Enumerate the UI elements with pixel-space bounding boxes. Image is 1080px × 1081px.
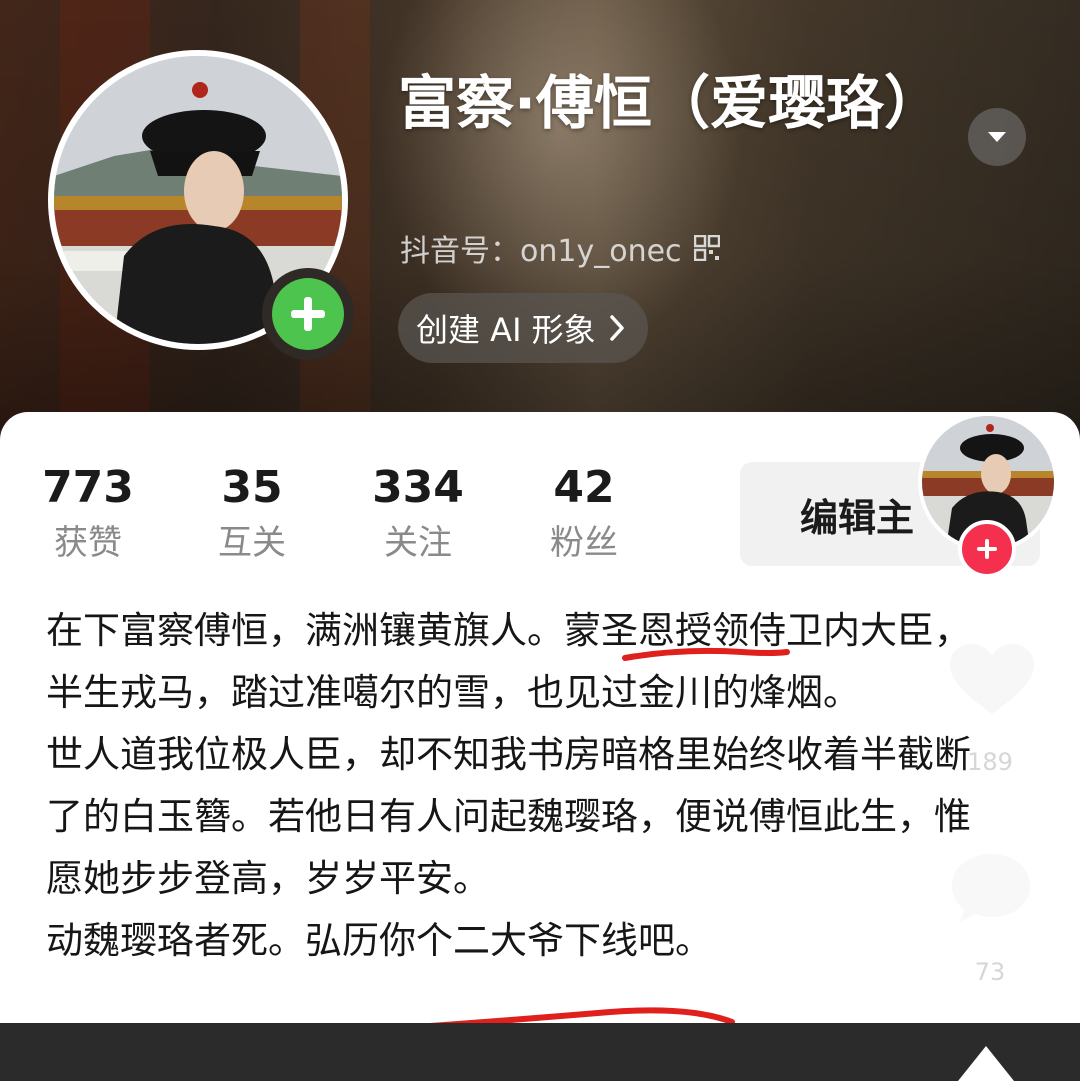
dropdown-icon (988, 132, 1006, 142)
display-name: 富察·傅恒（爱璎珞） (398, 69, 943, 137)
stat-value: 35 (221, 462, 283, 513)
edit-profile-label: 编辑主 (800, 495, 915, 540)
douyin-id-text: 抖音号：on1y_onec (400, 234, 682, 269)
red-underline-annotation (622, 647, 790, 661)
create-ai-avatar-button[interactable]: 创建 AI 形象 (398, 293, 648, 363)
bio-paragraph: 在下富察傅恒，满洲镶黄旗人。蒙圣恩授领侍卫内大臣，半生戎马，踏过准噶尔的雪，也见… (46, 610, 971, 713)
stat-followers[interactable]: 42 粉丝 (499, 462, 669, 572)
bottom-bar (0, 1023, 1080, 1081)
heart-icon[interactable] (944, 640, 1040, 720)
stat-label: 粉丝 (550, 523, 618, 563)
comment-icon[interactable] (948, 850, 1034, 924)
stat-label: 获赞 (54, 523, 122, 563)
follow-plus-button[interactable] (958, 520, 1016, 578)
bio-paragraph: 动魏璎珞者死。弘历你个二大爷下线吧。 (46, 920, 712, 961)
plus-icon (977, 539, 997, 559)
account-switch-button[interactable] (968, 108, 1026, 166)
bio-paragraph: 世人道我位极人臣，却不知我书房暗格里始终收着半截断了的白玉簪。若他日有人问起魏璎… (46, 734, 971, 899)
stat-following[interactable]: 334 关注 (333, 462, 503, 572)
stat-value: 334 (372, 462, 464, 513)
stat-mutual[interactable]: 35 互关 (167, 462, 337, 572)
stat-likes[interactable]: 773 获赞 (3, 462, 173, 572)
comment-count: 73 (974, 958, 1006, 986)
plus-icon (291, 297, 325, 331)
add-avatar-button[interactable] (262, 268, 354, 360)
stat-label: 关注 (384, 523, 452, 563)
stat-value: 773 (42, 462, 134, 513)
qr-code-icon (693, 235, 720, 261)
create-ai-label: 创建 AI 形象 (416, 311, 596, 349)
bio: 在下富察傅恒，满洲镶黄旗人。蒙圣恩授领侍卫内大臣，半生戎马，踏过准噶尔的雪，也见… (46, 600, 1006, 972)
like-count: 189 (967, 748, 1013, 776)
chevron-right-icon (609, 315, 624, 341)
stat-label: 互关 (218, 523, 286, 563)
douyin-id[interactable]: 抖音号：on1y_onec (400, 226, 720, 270)
triangle-up-icon[interactable] (958, 1046, 1014, 1081)
stat-value: 42 (553, 462, 615, 513)
